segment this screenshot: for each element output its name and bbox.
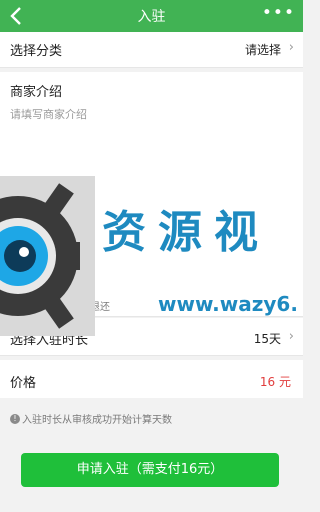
page-title: 入驻 bbox=[137, 9, 166, 25]
top-bar: 入驻 ••• bbox=[0, 0, 303, 32]
tip-text: 入驻时长从审核成功开始计算天数 bbox=[22, 415, 172, 426]
watermark-url: www.wazy6. bbox=[158, 292, 298, 316]
chevron-right-icon: › bbox=[288, 329, 294, 344]
watermark-text: 资源视 bbox=[102, 207, 270, 258]
price-row: 价格 16 元 bbox=[0, 360, 303, 398]
intro-textarea[interactable]: 请填写商家介绍 bbox=[10, 106, 87, 122]
more-icon[interactable]: ••• bbox=[262, 3, 295, 23]
duration-value: 15天 bbox=[253, 332, 281, 346]
watermark-gear-logo bbox=[0, 176, 95, 336]
duration-tip: ! 入驻时长从审核成功开始计算天数 bbox=[10, 411, 172, 426]
chevron-right-icon: › bbox=[288, 40, 294, 55]
price-value: 16 元 bbox=[259, 375, 291, 389]
category-row[interactable]: 选择分类 请选择 › bbox=[0, 32, 303, 68]
category-value: 请选择 bbox=[244, 43, 281, 57]
apply-button[interactable]: 申请入驻（需支付16元） bbox=[21, 453, 279, 487]
category-label: 选择分类 bbox=[10, 44, 63, 59]
intro-label: 商家介绍 bbox=[10, 85, 63, 100]
info-icon: ! bbox=[10, 413, 20, 424]
price-label: 价格 bbox=[10, 376, 37, 391]
